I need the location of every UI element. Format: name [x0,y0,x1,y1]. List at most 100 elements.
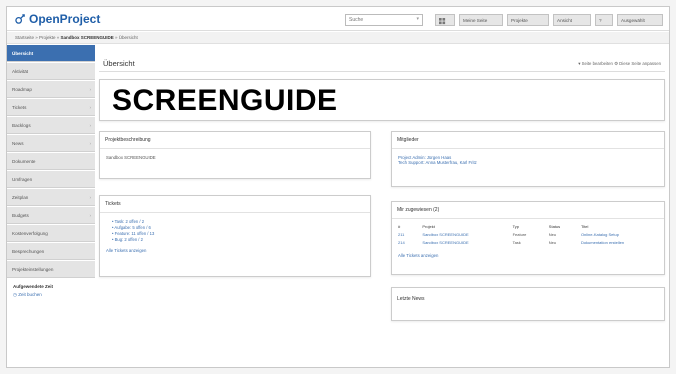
sidebar-item-documents[interactable]: Dokumente [7,153,95,170]
assigned-widget: Mir zugewiesen (2) # Projekt Typ Status … [391,201,665,275]
chevron-right-icon: › [89,87,91,92]
sidebar-item-label: Budgets [12,213,29,218]
widget-title: Tickets [100,196,370,213]
breadcrumb-suffix: » Übersicht [113,35,138,40]
sidebar-item-label: Backlogs [12,123,31,128]
news-widget: Letzte News [391,287,665,321]
sidebar-item-activity[interactable]: Aktivität [7,63,95,80]
sidebar-item-label: Zeitplan [12,195,29,200]
column-header[interactable]: Typ [509,223,545,231]
app-logo[interactable]: OpenProject [15,12,100,26]
column-header[interactable]: Status [545,223,577,231]
log-time-link-label: Zeit buchen [18,292,42,297]
log-time-link[interactable]: ◷ Zeit buchen [7,291,95,299]
sidebar-item-overview[interactable]: Übersicht [7,45,95,62]
description-widget: Projektbeschreibung Sandbox SCREENGUIDE [99,131,371,179]
ticket-type-label: Feature: 11 offen / 13 [114,231,155,236]
app-window: OpenProject Suche ▾ Meine Seite Projekte… [6,6,670,368]
cell-type: Task [512,240,521,245]
project-sidebar: Übersicht Aktivität Roadmap › Tickets › Ba… [7,45,95,367]
page-title: Übersicht [103,59,135,68]
project-hero-title: SCREENGUIDE [112,84,338,117]
top-bar: OpenProject Suche ▾ Meine Seite Projekte… [7,7,669,31]
sidebar-item-cost-tracking[interactable]: Kostenverfolgung [7,225,95,242]
title-divider [99,71,665,72]
sidebar-item-backlogs[interactable]: Backlogs › [7,117,95,134]
page-actions[interactable]: ▾ Seite bearbeiten ⚙ Diese Seite anpasse… [578,61,661,67]
widget-title: Mitglieder [392,132,664,149]
sidebar-item-label: Roadmap [12,87,32,92]
help-button[interactable]: ? [595,14,613,26]
project-hero-widget: SCREENGUIDE [99,79,665,121]
assigned-body: # Projekt Typ Status Titel 211 Sandbox S… [392,219,664,262]
cell-title[interactable]: Dokumentation erstellen [577,239,662,247]
cell-id[interactable]: 211 [394,231,418,239]
all-assigned-link[interactable]: Alle Tickets anzeigen [398,253,658,258]
table-header-row: # Projekt Typ Status Titel [394,223,662,231]
cell-project[interactable]: Sandbox SCREENGUIDE [418,231,508,239]
member-line[interactable]: Tech Support: Anna Musterfrau, Karl Frit… [398,160,658,165]
sidebar-item-label: Übersicht [12,51,34,56]
breadcrumb: Startseite » Projekte » Sandbox SCREENGU… [7,32,669,44]
sidebar-item-label: Tickets [12,105,27,110]
cell-title[interactable]: Online-Katalog Setup [577,231,662,239]
sidebar-item-settings[interactable]: Projekteinstellungen [7,261,95,278]
breadcrumb-prefix[interactable]: Startseite » Projekte » [15,35,61,40]
projects-menu-button[interactable]: Projekte [507,14,549,26]
widget-title: Letzte News [397,296,425,302]
members-widget: Mitglieder Project Admin: Jürgen Haas Te… [391,131,665,187]
ticket-type-label: Aufgabe: 5 offen / 6 [114,225,151,230]
assigned-table: # Projekt Typ Status Titel 211 Sandbox S… [394,223,662,247]
column-header[interactable]: # [394,223,418,231]
sidebar-item-budgets[interactable]: Budgets › [7,207,95,224]
grid-icon [439,18,446,25]
chevron-right-icon: › [89,141,91,146]
cell-id[interactable]: 214 [394,239,418,247]
search-placeholder: Suche [349,17,364,23]
sidebar-item-label: Kostenverfolgung [12,231,48,236]
column-header[interactable]: Titel [577,223,662,231]
search-input[interactable]: Suche ▾ [345,14,423,26]
tickets-widget: Tickets • Task: 2 offen / 2 • Aufgabe: 5… [99,195,371,277]
cell-type: Feature [512,232,527,237]
sidebar-item-tickets[interactable]: Tickets › [7,99,95,116]
description-body: Sandbox SCREENGUIDE [106,155,156,160]
sidebar-item-label: Besprechungen [12,249,45,254]
sidebar-item-meetings[interactable]: Besprechungen [7,243,95,260]
user-menu-button[interactable]: Ausgewählt [617,14,663,26]
breadcrumb-current[interactable]: Sandbox SCREENGUIDE [61,35,114,40]
column-header[interactable]: Projekt [418,223,508,231]
my-page-button[interactable]: Meine Seite [459,14,503,26]
cell-status: Neu [548,240,557,245]
widget-title: Mir zugewiesen (2) [392,202,664,219]
all-tickets-link[interactable]: Alle Tickets anzeigen [106,248,364,253]
sidebar-item-label: Projekteinstellungen [12,267,54,272]
chevron-right-icon: › [89,195,91,200]
chevron-right-icon: › [89,213,91,218]
sidebar-item-roadmap[interactable]: Roadmap › [7,81,95,98]
tickets-summary: • Task: 2 offen / 2 • Aufgabe: 5 offen /… [100,213,370,259]
sidebar-item-label: Dokumente [12,159,36,164]
sidebar-section-title: Aufgewendete Zeit [13,284,54,289]
sidebar-item-label: Umfragen [12,177,33,182]
view-menu-button[interactable]: Ansicht [553,14,591,26]
clock-icon: ◷ [13,292,17,297]
openproject-logo-icon [15,13,25,24]
table-row[interactable]: 214 Sandbox SCREENGUIDE Task Neu Dokumen… [394,239,662,247]
sidebar-item-label: Aktivität [12,69,29,74]
ticket-type-label: Bug: 2 offen / 2 [114,237,143,242]
sidebar-item-label: News [12,141,24,146]
chevron-down-icon[interactable]: ▾ [416,16,419,22]
chevron-right-icon: › [89,123,91,128]
cell-status: Neu [548,232,557,237]
sidebar-item-timeline[interactable]: Zeitplan › [7,189,95,206]
sidebar-item-surveys[interactable]: Umfragen [7,171,95,188]
ticket-type-item[interactable]: • Bug: 2 offen / 2 [106,237,364,243]
modules-button[interactable] [435,14,455,26]
sidebar-item-news[interactable]: News › [7,135,95,152]
cell-project[interactable]: Sandbox SCREENGUIDE [418,239,508,247]
widget-title: Projektbeschreibung [100,132,370,149]
app-name: OpenProject [29,12,101,26]
table-row[interactable]: 211 Sandbox SCREENGUIDE Feature Neu Onli… [394,231,662,239]
members-list: Project Admin: Jürgen Haas Tech Support:… [392,149,664,171]
